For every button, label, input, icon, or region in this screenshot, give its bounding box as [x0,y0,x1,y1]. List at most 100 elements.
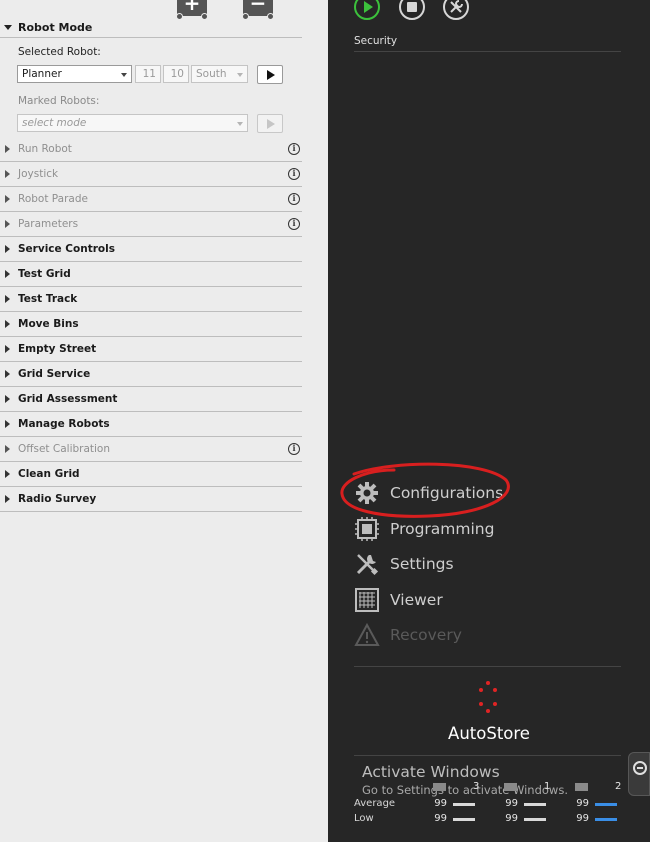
chevron-down-icon [4,25,12,30]
menu-item-radio-survey[interactable]: Radio Survey [0,487,302,512]
send-robot-button[interactable] [257,65,283,84]
nav-settings[interactable]: Settings [354,551,604,579]
menu-item-label: Grid Service [18,368,91,380]
menu-item-label: Robot Parade [18,193,88,205]
robot-mode-title: Robot Mode [18,21,93,34]
menu-item-parameters[interactable]: Parameters i [0,212,302,237]
chevron-right-icon [5,145,10,153]
stop-icon[interactable] [399,0,425,20]
average-value: 99 [505,798,518,809]
menu-item-joystick[interactable]: Joystick i [0,162,302,187]
apply-mode-button[interactable] [257,114,283,133]
menu-item-manage-robots[interactable]: Manage Robots [0,412,302,437]
chevron-right-icon [5,195,10,203]
divider [354,666,621,667]
menu-item-label: Clean Grid [18,468,80,480]
direction-value: South [196,68,227,80]
grid-viewer-icon [355,588,379,612]
divider [354,51,621,52]
add-robot-icon[interactable]: + [176,0,208,20]
low-value: 99 [434,813,447,824]
chevron-right-icon [5,495,10,503]
robot-icon [433,783,446,791]
nav-recovery-label: Recovery [390,626,462,644]
nav-recovery[interactable]: Recovery [354,622,604,650]
nav-programming[interactable]: Programming [354,516,604,544]
remote-support-icon [633,761,647,775]
annotation-circle [340,462,510,518]
direction-select[interactable]: South [191,65,248,83]
remove-robot-icon[interactable]: − [242,0,274,20]
menu-item-move-bins[interactable]: Move Bins [0,312,302,337]
menu-item-label: Test Track [18,293,78,305]
info-icon[interactable]: i [288,193,300,205]
chevron-down-icon [237,73,243,77]
chevron-right-icon [5,470,10,478]
robot-select[interactable]: Planner [17,65,132,83]
robot-type-count: 1 [504,781,550,793]
menu-item-label: Manage Robots [18,418,110,430]
chevron-right-icon [5,270,10,278]
autostore-logo-icon [479,681,497,713]
left-panel: + − Robot Mode Selected Robot: Planner 1… [0,0,328,842]
chevron-right-icon [5,370,10,378]
menu-item-label: Offset Calibration [18,443,111,455]
info-icon[interactable]: i [288,218,300,230]
marked-robots-select[interactable]: select mode [17,114,248,132]
chevron-right-icon [5,220,10,228]
y-coordinate-input[interactable]: 10 [163,65,189,83]
robot-select-value: Planner [22,68,62,80]
brand-name: AutoStore [448,724,530,743]
x-coordinate-input[interactable]: 11 [135,65,161,83]
chevron-right-icon [5,245,10,253]
tools-icon[interactable] [443,0,469,20]
nav-viewer-label: Viewer [390,591,443,609]
menu-item-run-robot[interactable]: Run Robot i [0,137,302,162]
menu-item-offset-calibration[interactable]: Offset Calibration i [0,437,302,462]
menu-item-grid-service[interactable]: Grid Service [0,362,302,387]
menu-item-clean-grid[interactable]: Clean Grid [0,462,302,487]
run-icon[interactable] [354,0,380,20]
wrench-screwdriver-icon [356,554,379,576]
side-panel-toggle[interactable] [628,752,650,796]
chevron-right-icon [5,445,10,453]
chevron-down-icon [237,122,243,126]
menu-item-label: Parameters [18,218,79,230]
robot-mode-header[interactable]: Robot Mode [0,19,302,38]
chevron-right-icon [5,345,10,353]
warning-icon [354,622,380,646]
chevron-right-icon [5,420,10,428]
average-bar [453,803,475,806]
menu-item-empty-street[interactable]: Empty Street [0,337,302,362]
average-bar [595,803,617,806]
info-icon[interactable]: i [288,143,300,155]
chevron-right-icon [5,170,10,178]
selected-robot-label: Selected Robot: [18,46,101,58]
menu-item-test-grid[interactable]: Test Grid [0,262,302,287]
chevron-right-icon [5,295,10,303]
low-bar [453,818,475,821]
menu-item-service-controls[interactable]: Service Controls [0,237,302,262]
marked-robots-label: Marked Robots: [18,95,100,107]
menu-item-test-track[interactable]: Test Track [0,287,302,312]
nav-programming-label: Programming [390,520,495,538]
info-icon[interactable]: i [288,443,300,455]
info-icon[interactable]: i [288,168,300,180]
average-value: 99 [434,798,447,809]
menu-item-label: Move Bins [18,318,79,330]
average-value: 99 [576,798,589,809]
menu-item-label: Service Controls [18,243,115,255]
menu-item-label: Radio Survey [18,493,97,505]
play-icon [267,119,275,129]
menu-item-robot-parade[interactable]: Robot Parade i [0,187,302,212]
menu-item-grid-assessment[interactable]: Grid Assessment [0,387,302,412]
average-label: Average [354,798,396,809]
menu-item-label: Empty Street [18,343,97,355]
chevron-right-icon [5,320,10,328]
nav-viewer[interactable]: Viewer [354,587,604,615]
right-panel: Security Configurations Programming Sett… [328,0,650,842]
menu-item-label: Test Grid [18,268,71,280]
average-bar [524,803,546,806]
divider [354,755,621,756]
robot-type-count: 3 [433,781,479,793]
